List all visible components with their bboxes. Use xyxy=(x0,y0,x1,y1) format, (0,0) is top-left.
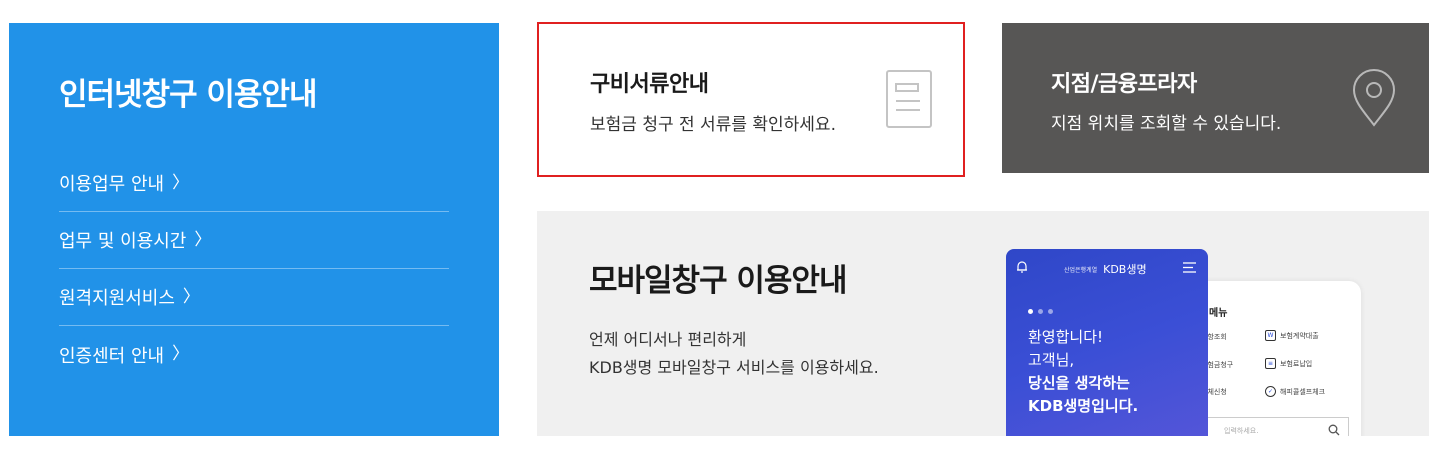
mobile-window-card[interactable]: 모바일창구 이용안내 언제 어디서나 편리하게 KDB생명 모바일창구 서비스를… xyxy=(537,211,1429,436)
bell-icon xyxy=(1017,261,1027,273)
phone-search-placeholder: 입력하세요. xyxy=(1224,427,1259,435)
search-icon xyxy=(1328,424,1340,436)
phone-brand-logo: 산업은행계열 KDB생명 xyxy=(1064,263,1147,276)
mobile-desc-line: KDB생명 모바일창구 서비스를 이용하세요. xyxy=(589,358,879,377)
phone-search-box: 입력하세요. xyxy=(1207,417,1349,436)
guide-menu-item-services[interactable]: 이용업무 안내 〉 xyxy=(59,155,449,212)
payment-icon: ≡ xyxy=(1265,358,1276,369)
required-documents-card[interactable]: 구비서류안내 보험금 청구 전 서류를 확인하세요. xyxy=(537,22,965,177)
check-circle-icon: ✓ xyxy=(1265,386,1276,397)
mobile-card-desc: 언제 어디서나 편리하게 KDB생명 모바일창구 서비스를 이용하세요. xyxy=(589,326,879,382)
internet-guide-title: 인터넷창구 이용안내 xyxy=(59,77,317,113)
loan-icon: W xyxy=(1265,330,1276,341)
carousel-dot-active xyxy=(1028,309,1033,314)
guide-menu-item-hours[interactable]: 업무 및 이용시간 〉 xyxy=(59,212,449,269)
phone-menu-title: 메뉴 xyxy=(1209,308,1228,319)
docs-card-title: 구비서류안내 xyxy=(590,72,709,97)
guide-menu-label: 이용업무 안내 xyxy=(59,174,165,195)
document-icon xyxy=(886,70,932,128)
phone-menu-item: ✓ 해피콜셀프체크 xyxy=(1265,386,1325,397)
branch-finder-card[interactable]: 지점/금융프라자 지점 위치를 조회할 수 있습니다. xyxy=(1002,23,1429,173)
guide-menu-label: 업무 및 이용시간 xyxy=(59,231,187,252)
mobile-desc-line: 언제 어디서나 편리하게 xyxy=(589,330,747,349)
phone-mockup-home-screen: 산업은행계열 KDB생명 환영합니다! 고객님, 당신을 생각하는 KDB생명입… xyxy=(1006,249,1208,436)
mobile-card-title: 모바일창구 이용안내 xyxy=(589,263,847,299)
chevron-right-icon: 〉 xyxy=(182,286,200,307)
chevron-right-icon: 〉 xyxy=(194,229,212,250)
internet-guide-panel: 인터넷창구 이용안내 이용업무 안내 〉 업무 및 이용시간 〉 원격지원서비스… xyxy=(9,23,499,436)
guide-menu-label: 인증센터 안내 xyxy=(59,345,165,367)
internet-guide-menu: 이용업무 안내 〉 업무 및 이용시간 〉 원격지원서비스 〉 인증센터 안내 … xyxy=(59,155,449,383)
docs-card-desc: 보험금 청구 전 서류를 확인하세요. xyxy=(590,115,836,135)
carousel-dots xyxy=(1028,309,1053,314)
guide-menu-item-remote-support[interactable]: 원격지원서비스 〉 xyxy=(59,269,449,326)
location-pin-icon xyxy=(1352,69,1396,127)
phone-welcome-text: 환영합니다! 고객님, 당신을 생각하는 KDB생명입니다. xyxy=(1028,328,1139,415)
guide-menu-label: 원격지원서비스 xyxy=(59,288,175,309)
phone-menu-item: W 보험계약대출 xyxy=(1265,330,1319,341)
chevron-right-icon: 〉 xyxy=(172,344,190,364)
branch-card-title: 지점/금융프라자 xyxy=(1051,72,1197,97)
branch-card-desc: 지점 위치를 조회할 수 있습니다. xyxy=(1051,114,1282,134)
chevron-right-icon: 〉 xyxy=(172,172,190,193)
guide-menu-item-cert-center[interactable]: 인증센터 안내 〉 xyxy=(59,326,449,383)
carousel-dot xyxy=(1038,309,1043,314)
carousel-dot xyxy=(1048,309,1053,314)
phone-menu-item: ≡ 보험료납입 xyxy=(1265,358,1312,369)
hamburger-menu-icon xyxy=(1183,262,1196,273)
